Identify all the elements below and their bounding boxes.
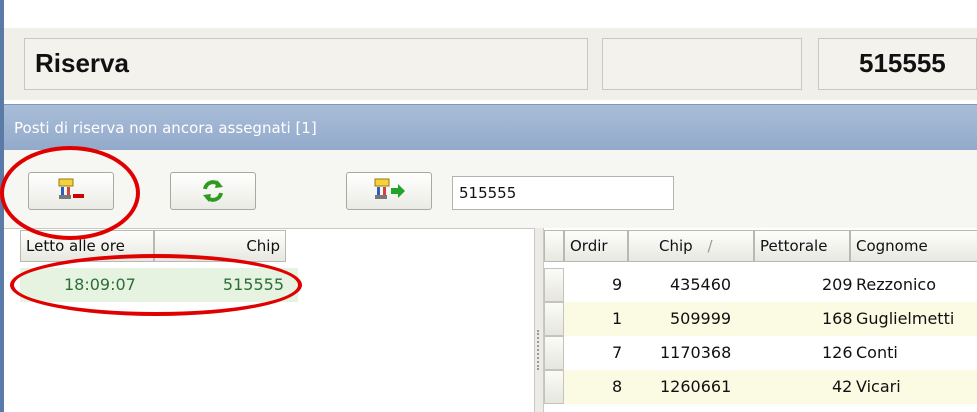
assign-chip-button[interactable] (346, 172, 432, 210)
remove-chip-button[interactable] (28, 172, 114, 210)
cell-time: 18:09:07 (64, 275, 136, 294)
chip-assign-icon (374, 178, 405, 199)
cell-chip: 515555 (222, 275, 284, 294)
chip-display-text: 515555 (859, 48, 946, 78)
cell-order: 8 (612, 377, 623, 396)
top-strip (4, 0, 977, 28)
cell-bib: 168 (822, 309, 853, 328)
grid-splitter[interactable] (534, 228, 544, 412)
cell-surname: Conti (856, 343, 898, 362)
table-row[interactable]: 18:09:07 515555 (20, 268, 298, 302)
row-selector[interactable] (544, 370, 564, 404)
cell-order: 9 (612, 275, 623, 294)
column-header-order[interactable]: Ordir (564, 230, 628, 262)
sort-ascending-icon: / (707, 237, 713, 255)
cell-surname: Rezzonico (856, 275, 936, 294)
row-selector[interactable] (544, 268, 564, 302)
cell-order: 1 (612, 309, 623, 328)
table-row[interactable]: 7 1170368 126 Conti (564, 336, 977, 370)
chip-remove-icon (58, 178, 84, 199)
race-name-text: Riserva (35, 48, 129, 78)
cell-bib: 42 (832, 377, 853, 396)
column-header-bib[interactable]: Pettorale (754, 230, 850, 262)
cell-order: 7 (612, 343, 623, 362)
column-header-chip-right[interactable]: Chip / (628, 230, 754, 262)
table-row[interactable]: 9 435460 209 Rezzonico (564, 268, 977, 302)
splitter-grip[interactable] (537, 330, 541, 370)
refresh-icon (203, 180, 223, 202)
race-name-field: Riserva (24, 38, 588, 90)
cell-chip: 509999 (670, 309, 732, 328)
table-row[interactable]: 1 509999 168 Guglielmetti (564, 302, 977, 336)
column-header-surname[interactable]: Cognome (850, 230, 977, 262)
cell-surname: Vicari (856, 377, 901, 396)
section-title-bar: Posti di riserva non ancora assegnati [1… (4, 104, 977, 150)
row-selector[interactable] (544, 336, 564, 370)
cell-surname: Guglielmetti (856, 309, 955, 328)
cell-chip: 435460 (670, 275, 732, 294)
refresh-button[interactable] (170, 172, 256, 210)
cell-chip: 1170368 (660, 343, 732, 362)
cell-bib: 209 (822, 275, 853, 294)
cell-chip: 1260661 (660, 377, 732, 396)
table-row[interactable]: 8 1260661 42 Vicari (564, 370, 977, 404)
chip-display-field: 515555 (818, 38, 977, 90)
middle-field (602, 38, 802, 90)
row-selector-header (544, 230, 564, 262)
column-header-time[interactable]: Letto alle ore (20, 230, 154, 262)
row-selector[interactable] (544, 302, 564, 336)
column-header-chip[interactable]: Chip (154, 230, 286, 262)
cell-bib: 126 (822, 343, 853, 362)
chip-input[interactable]: 515555 (452, 176, 674, 210)
column-header-chip-label: Chip (659, 237, 693, 255)
